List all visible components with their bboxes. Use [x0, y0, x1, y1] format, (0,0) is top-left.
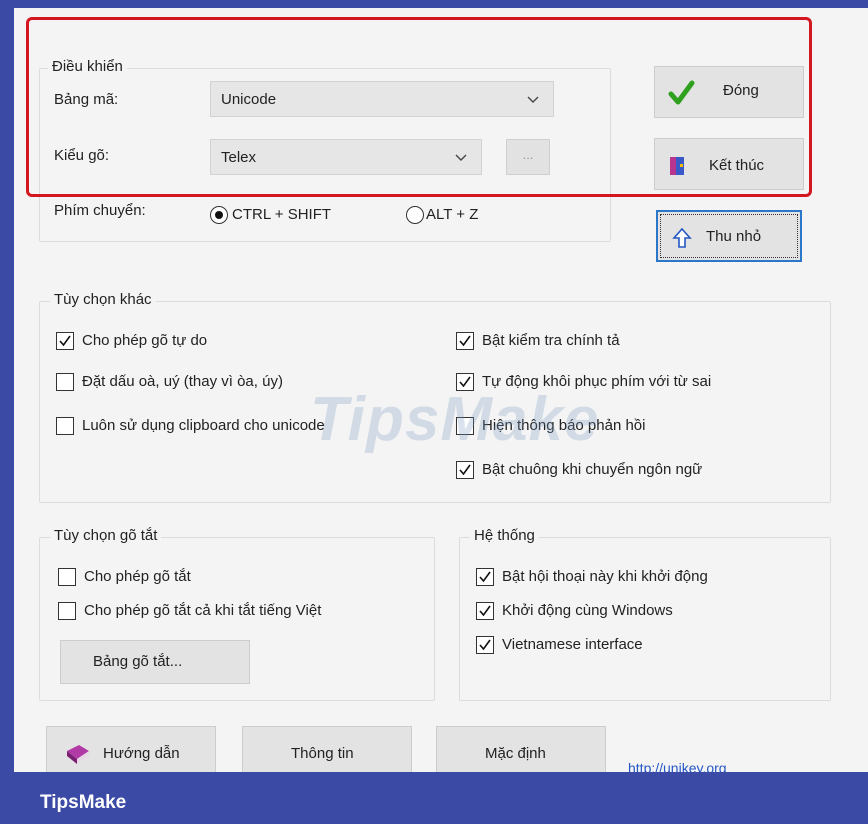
radio-selected-dot — [215, 211, 223, 219]
radio-ctrl-shift-label: CTRL + SHIFT — [232, 206, 332, 223]
thu-nho-button[interactable]: Thu nhỏ — [656, 210, 802, 262]
shorthand-options-legend: Tùy chọn gõ tắt — [50, 527, 162, 544]
checkbox-khoi-dong-windows[interactable] — [476, 602, 494, 620]
checkbox-cho-phep-go-tat[interactable] — [58, 568, 76, 586]
huong-dan-label: Hướng dẫn — [103, 745, 180, 762]
option-label: Đặt dấu oà, uý (thay vì òa, úy) — [82, 373, 283, 390]
option-label: Cho phép gõ tắt cả khi tắt tiếng Việt — [84, 602, 322, 619]
option-label: Khởi động cùng Windows — [502, 602, 673, 619]
option-label: Luôn sử dụng clipboard cho unicode — [82, 417, 325, 434]
radio-alt-z-label: ALT + Z — [426, 206, 479, 223]
checkbox-bat-hoi-thoai[interactable] — [476, 568, 494, 586]
thong-tin-label: Thông tin — [291, 745, 354, 762]
footer-brand: TipsMake — [40, 792, 127, 813]
thu-nho-label: Thu nhỏ — [706, 228, 762, 245]
system-group — [459, 537, 831, 701]
radio-alt-z[interactable] — [406, 206, 424, 224]
option-label: Bật chuông khi chuyển ngôn ngữ — [482, 461, 703, 478]
bang-go-tat-label: Bảng gõ tắt... — [93, 653, 183, 670]
bang-go-tat-button[interactable]: Bảng gõ tắt... — [60, 640, 250, 684]
checkmark-icon — [479, 605, 491, 617]
option-label: Cho phép gõ tự do — [82, 332, 208, 349]
checkbox-cho-phep-go-tu-do[interactable] — [56, 332, 74, 350]
other-options-legend: Tùy chọn khác — [50, 291, 156, 308]
radio-ctrl-shift[interactable] — [210, 206, 228, 224]
option-label: Bật hội thoại này khi khởi động — [502, 568, 708, 585]
system-legend: Hệ thống — [470, 527, 539, 544]
mac-dinh-label: Mặc định — [485, 745, 546, 762]
checkmark-icon — [459, 464, 471, 476]
checkmark-icon — [479, 571, 491, 583]
arrow-up-icon — [672, 227, 692, 248]
checkbox-clipboard-unicode[interactable] — [56, 417, 74, 435]
checkbox-bat-chuong[interactable] — [456, 461, 474, 479]
checkbox-kiem-tra-chinh-ta[interactable] — [456, 332, 474, 350]
option-label: Vietnamese interface — [502, 636, 643, 653]
highlight-box — [26, 17, 812, 197]
checkmark-icon — [479, 639, 491, 651]
checkbox-vietnamese-interface[interactable] — [476, 636, 494, 654]
book-icon — [67, 745, 89, 764]
checkbox-dat-dau-oa-uy[interactable] — [56, 373, 74, 391]
watermark: TipsMake — [310, 385, 600, 454]
checkmark-icon — [459, 335, 471, 347]
checkmark-icon — [59, 335, 71, 347]
option-label: Bật kiểm tra chính tả — [482, 332, 620, 349]
footer-bar: TipsMake — [0, 772, 868, 824]
phim-chuyen-label: Phím chuyển: — [54, 202, 146, 219]
option-label: Cho phép gõ tắt — [84, 568, 191, 585]
checkbox-go-tat-khi-tat-tieng-viet[interactable] — [58, 602, 76, 620]
